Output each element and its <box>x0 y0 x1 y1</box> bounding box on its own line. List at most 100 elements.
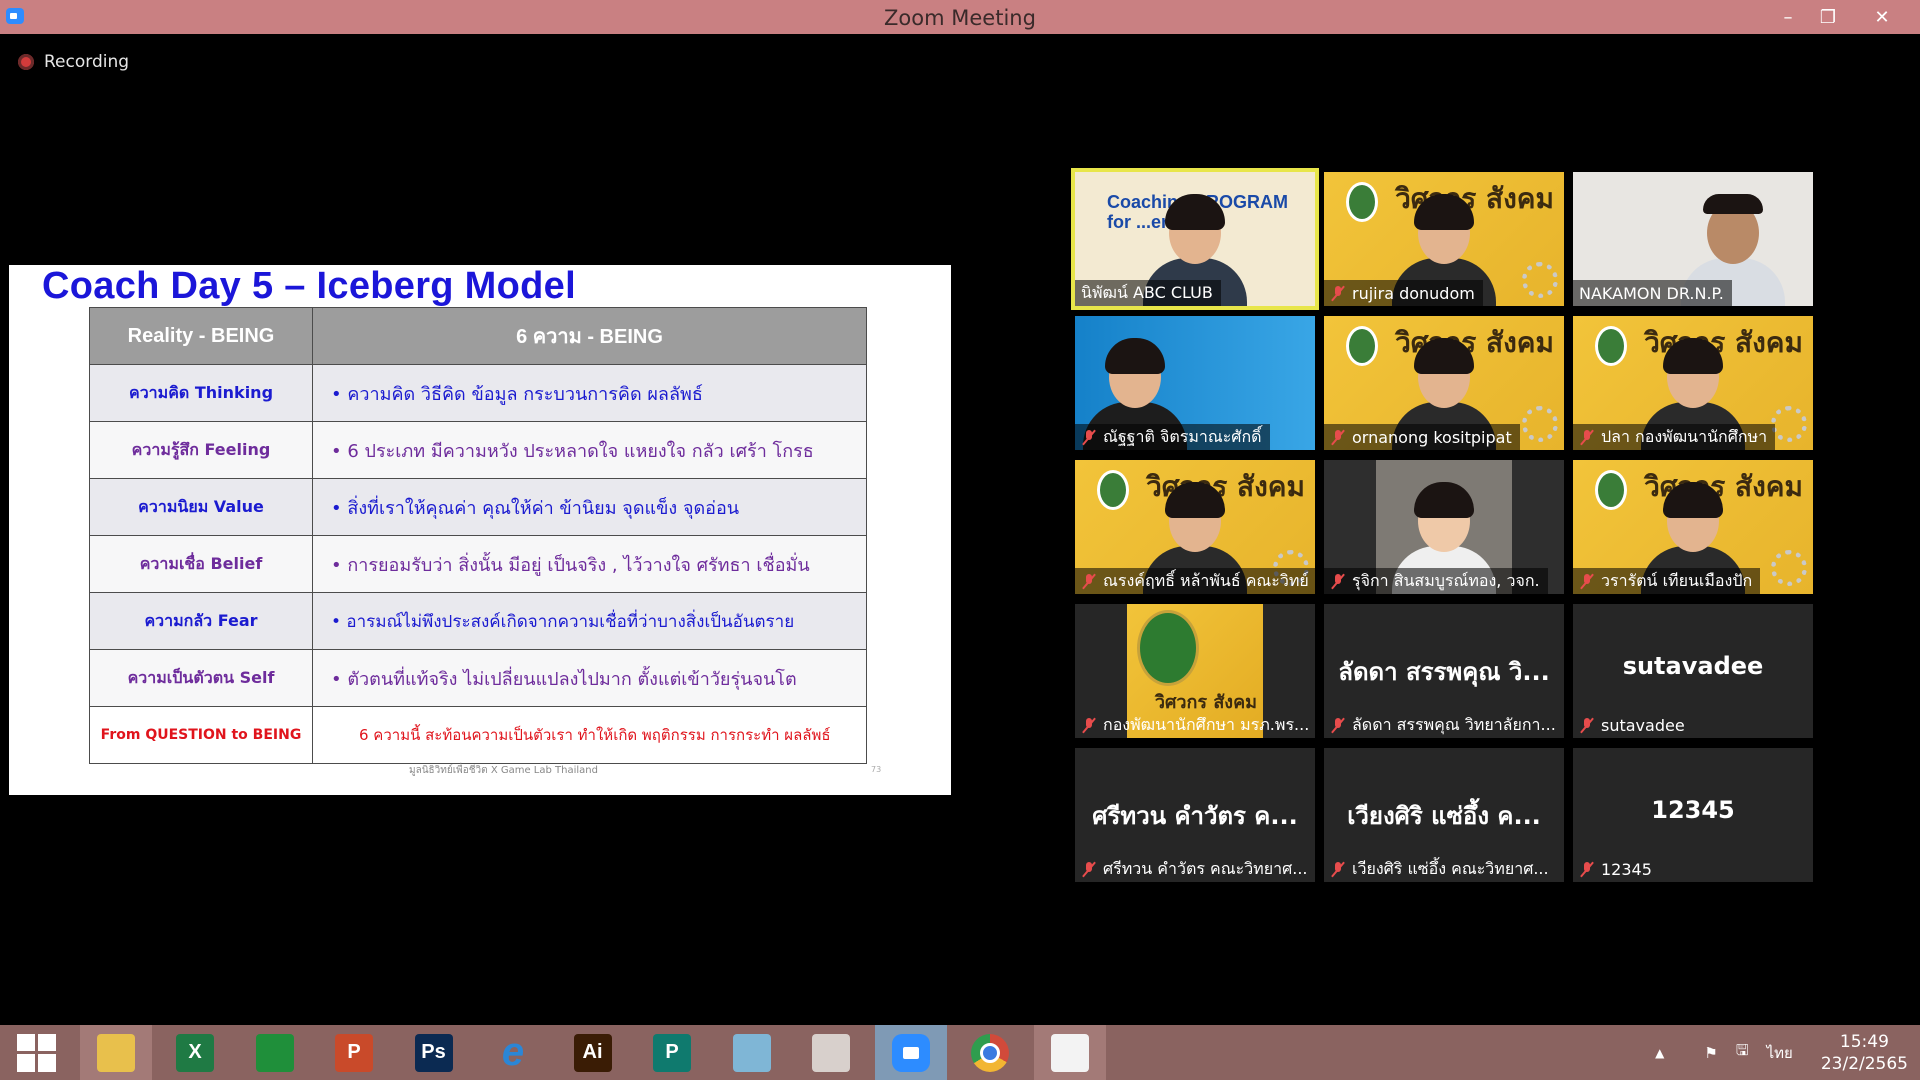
participant-tile[interactable]: เวียงศิริ แซ่อึ้ง ค... เวียงศิริ แซ่อึ้ง … <box>1324 748 1564 882</box>
participant-name-label: ปลา กองพัฒนานักศึกษา <box>1573 424 1776 450</box>
participant-display-name: 12345 <box>1651 796 1735 824</box>
participant-tile[interactable]: ศรีทวน คำวัตร ค... ศรีทวน คำวัตร คณะวิทยา… <box>1075 748 1315 882</box>
university-seal-icon <box>1137 610 1199 686</box>
participant-display-name: เวียงศิริ แซ่อึ้ง ค... <box>1347 802 1541 830</box>
slide-table: Reality - BEING 6 ความ - BEING ความคิด T… <box>89 307 867 764</box>
tray-overflow-icon[interactable]: ▲ <box>1655 1046 1664 1060</box>
participant-name: ณัฐฐาติ จิตรมาณะศักดิ์ <box>1103 426 1262 446</box>
taskbar-powerpoint[interactable]: P <box>318 1025 390 1080</box>
university-seal-icon <box>1097 470 1129 510</box>
recording-indicator[interactable]: Recording <box>18 52 129 72</box>
row-label: ความเชื่อ Belief <box>89 535 313 593</box>
participant-tile[interactable]: วิศวกร สังคม ณรงค์ฤทธิ์ หล้าพันธ์ คณะวิทย… <box>1075 460 1315 594</box>
taskbar-zoom[interactable] <box>874 1025 947 1080</box>
participant-tile[interactable]: วิศวกร สังคม ปลา กองพัฒนานักศึกษา <box>1573 316 1813 450</box>
row-label: From QUESTION to BEING <box>89 706 313 764</box>
restore-button[interactable]: ❐ <box>1808 0 1848 34</box>
row-label: ความรู้สึก Feeling <box>89 421 313 479</box>
taskbar-image-app[interactable] <box>1033 1025 1106 1080</box>
participant-tile[interactable]: NAKAMON DR.N.P. <box>1573 172 1813 306</box>
taskbar-publisher[interactable]: P <box>636 1025 708 1080</box>
mic-muted-icon <box>1579 717 1595 733</box>
clock[interactable]: 15:49 23/2/2565 <box>1821 1031 1908 1075</box>
participant-name-label: ornanong kositpipat <box>1324 424 1520 450</box>
poster-text: วิศวกร สังคม <box>1154 692 1257 713</box>
participant-name: นิพัฒน์ ABC CLUB <box>1081 282 1213 302</box>
participant-name-label: 12345 <box>1573 856 1660 882</box>
notepad-icon <box>732 1033 771 1072</box>
participant-name-label: ณรงค์ฤทธิ์ หล้าพันธ์ คณะวิทย์ <box>1075 568 1315 594</box>
mic-muted-icon <box>1330 573 1346 589</box>
internet-explorer-icon: e <box>501 1030 525 1074</box>
row-label: ความนิยม Value <box>89 478 313 536</box>
image-app-icon <box>1050 1033 1089 1072</box>
taskbar-chrome[interactable] <box>954 1025 1026 1080</box>
participant-display-name: sutavadee <box>1622 652 1764 680</box>
row-text: • สิ่งที่เราให้คุณค่า คุณให้ค่า ข้านิยม … <box>312 478 867 536</box>
row-label: ความเป็นตัวตน Self <box>89 649 313 707</box>
taskbar-internet-explorer[interactable]: e <box>477 1025 549 1080</box>
table-row: ความคิด Thinking • ความคิด วิธีคิด ข้อมู… <box>89 364 867 422</box>
slide-title: Coach Day 5 – Iceberg Model <box>42 265 576 307</box>
photoshop-icon: Ps <box>414 1033 453 1072</box>
participant-name-label: รุจิกา สินสมบูรณ์ทอง, วจก. <box>1324 568 1548 594</box>
mic-muted-icon <box>1330 429 1346 445</box>
participant-name-label: ลัดดา สรรพคุณ วิทยาลัยกา... <box>1324 712 1564 738</box>
action-center-flag-icon[interactable]: ⚑ <box>1704 1044 1717 1062</box>
participant-display-name: ลัดดา สรรพคุณ วิ... <box>1338 658 1550 686</box>
taskbar-illustrator[interactable]: Ai <box>557 1025 629 1080</box>
windows-taskbar: X P Ps e Ai P ▲ ⚑ 🖫 ไทย 15:49 23/2/2565 <box>0 1025 1920 1080</box>
participant-name: ณรงค์ฤทธิ์ หล้าพันธ์ คณะวิทย์ <box>1103 570 1309 590</box>
close-button[interactable]: ✕ <box>1862 0 1902 34</box>
participant-name-label: sutavadee <box>1573 712 1693 738</box>
participant-name: กองพัฒนานักศึกษา มรภ.พร... <box>1103 714 1310 734</box>
slide-footer: มูลนิธิวิทย์เพื่อชีวิต X Game Lab Thaila… <box>409 765 598 776</box>
row-label: ความกลัว Fear <box>89 592 313 650</box>
participant-name: ปลา กองพัฒนานักศึกษา <box>1601 426 1768 446</box>
mic-muted-icon <box>1579 861 1595 877</box>
row-text: • ตัวตนที่แท้จริง ไม่เปลี่ยนแปลงไปมาก ตั… <box>312 649 867 707</box>
participant-tile[interactable]: ณัฐฐาติ จิตรมาณะศักดิ์ <box>1075 316 1315 450</box>
participant-name: ศรีทวน คำวัตร คณะวิทยาศ... <box>1103 858 1308 878</box>
gear-icon <box>1771 550 1807 586</box>
minimize-button[interactable]: – <box>1768 0 1808 34</box>
row-text: • อารมณ์ไม่พึงประสงค์เกิดจากความเชื่อที่… <box>312 592 867 650</box>
participant-tile[interactable]: วิศวกร สังคม วรารัตน์ เทียนเมืองปัก <box>1573 460 1813 594</box>
table-row: ความเชื่อ Belief • การยอมรับว่า สิ่งนั้น… <box>89 535 867 593</box>
participant-tile[interactable]: 12345 12345 <box>1573 748 1813 882</box>
participant-tile[interactable]: Coaching PROGRAM for ...er นิพัฒน์ ABC CL… <box>1071 168 1319 310</box>
store-icon <box>255 1033 294 1072</box>
taskbar-file-explorer[interactable] <box>79 1025 152 1080</box>
gear-icon <box>1522 262 1558 298</box>
mic-muted-icon <box>1330 717 1346 733</box>
participant-tile[interactable]: วิศวกร สังคม rujira donudom <box>1324 172 1564 306</box>
table-row-summary: From QUESTION to BEING 6 ความนี้ สะท้อนค… <box>89 706 867 764</box>
row-label: ความคิด Thinking <box>89 364 313 422</box>
mic-muted-icon <box>1579 573 1595 589</box>
participant-tile[interactable]: วิศวกร สังคม กองพัฒนานักศึกษา มรภ.พร... <box>1075 604 1315 738</box>
language-indicator[interactable]: ไทย <box>1767 1041 1793 1065</box>
taskbar-notepad[interactable] <box>716 1025 788 1080</box>
taskbar-photoshop[interactable]: Ps <box>398 1025 470 1080</box>
participant-tile[interactable]: วิศวกร สังคม ornanong kositpipat <box>1324 316 1564 450</box>
participant-name-label: ศรีทวน คำวัตร คณะวิทยาศ... <box>1075 856 1315 882</box>
mic-muted-icon <box>1330 285 1346 301</box>
taskbar-start[interactable] <box>0 1025 72 1080</box>
university-seal-icon <box>1346 326 1378 366</box>
row-text: • การยอมรับว่า สิ่งนั้น มีอยู่ เป็นจริง … <box>312 535 867 593</box>
network-icon[interactable]: 🖫 <box>1736 1040 1749 1065</box>
participant-tile[interactable]: sutavadee sutavadee <box>1573 604 1813 738</box>
participant-tile[interactable]: ลัดดา สรรพคุณ วิ... ลัดดา สรรพคุณ วิทยาลั… <box>1324 604 1564 738</box>
participant-name-label: กองพัฒนานักศึกษา มรภ.พร... <box>1075 712 1315 738</box>
taskbar-photoscape[interactable] <box>795 1025 867 1080</box>
row-text: • ความคิด วิธีคิด ข้อมูล กระบวนการคิด ผล… <box>312 364 867 422</box>
participant-name: NAKAMON DR.N.P. <box>1579 283 1724 303</box>
taskbar-excel[interactable]: X <box>159 1025 231 1080</box>
table-header-reality: Reality - BEING <box>89 307 313 365</box>
shared-screen-slide: Coach Day 5 – Iceberg Model Reality - BE… <box>9 265 951 795</box>
window-titlebar: Zoom Meeting – ❐ ✕ <box>0 0 1920 34</box>
mic-muted-icon <box>1081 717 1097 733</box>
table-row: ความนิยม Value • สิ่งที่เราให้คุณค่า คุณ… <box>89 478 867 536</box>
participant-tile[interactable]: รุจิกา สินสมบูรณ์ทอง, วจก. <box>1324 460 1564 594</box>
taskbar-store[interactable] <box>239 1025 311 1080</box>
